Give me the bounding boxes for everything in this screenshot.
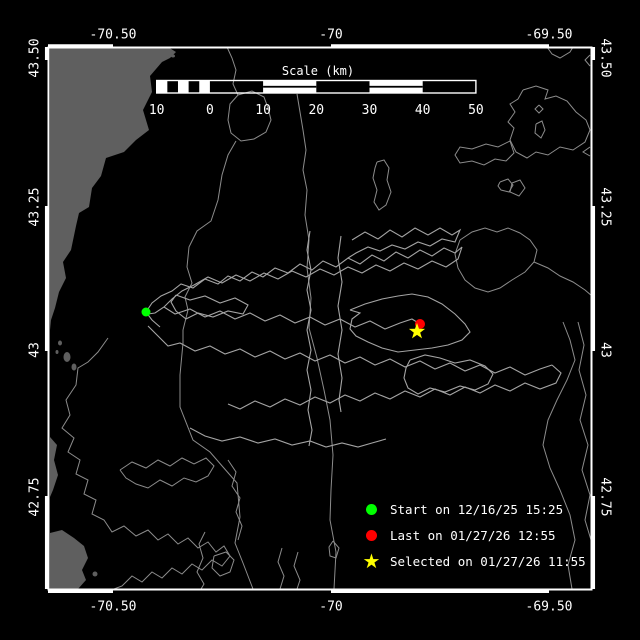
scale-tick-label: 20 xyxy=(308,103,325,118)
lat-label-right: 43.25 xyxy=(597,187,613,227)
legend-label-start: Start on 12/16/25 15:25 xyxy=(390,501,564,517)
scale-bar-stripe xyxy=(369,85,423,88)
scale-bar-title: Scale (km) xyxy=(281,64,355,78)
coastline-contour xyxy=(296,93,337,590)
lon-label-bottom: -69.50 xyxy=(525,599,573,615)
land-polygon xyxy=(50,437,58,497)
drifter-track[interactable] xyxy=(403,354,494,395)
scale-bar-segment xyxy=(177,80,189,93)
coastline-contour xyxy=(119,457,215,489)
lon-label-bottom: -70 xyxy=(319,599,343,615)
coastline-contour xyxy=(61,337,231,590)
drifter-track[interactable] xyxy=(347,227,462,259)
drifter-track-map-figure: Scale (km) -70.50 -70.50 -70 -70 -69.50 -69.5… xyxy=(0,0,640,640)
scale-bar-segment xyxy=(199,80,210,93)
lat-label-right: 42.75 xyxy=(597,477,613,517)
lat-label-right: 43 xyxy=(597,342,613,358)
drifter-track[interactable] xyxy=(163,306,421,330)
island xyxy=(92,571,98,577)
island xyxy=(71,363,77,371)
scale-tick-label: 50 xyxy=(468,103,484,118)
coastline-contour xyxy=(293,551,301,590)
drifter-track[interactable] xyxy=(147,246,463,315)
scale-tick-label: 10 xyxy=(255,103,271,118)
coastline-contour xyxy=(454,227,538,293)
coastline-contour xyxy=(507,85,591,159)
scale-tick-label: 0 xyxy=(205,103,214,118)
drifter-track[interactable] xyxy=(189,427,387,448)
lat-label-left: 43 xyxy=(27,342,43,358)
coastline-contour xyxy=(372,159,392,211)
scale-tick-label: 30 xyxy=(361,103,378,118)
legend-item-start: Start on 12/16/25 15:25 xyxy=(362,496,586,522)
legend-label-selected: Selected on 01/27/26 11:55 xyxy=(390,553,586,569)
lon-label-top: -70 xyxy=(319,27,343,43)
legend-label-last: Last on 01/27/26 12:55 xyxy=(390,527,556,543)
island xyxy=(171,54,175,58)
coastline-contour xyxy=(179,140,254,590)
coastline-contour xyxy=(226,46,239,96)
scale-bar-stripe xyxy=(263,85,317,88)
coastline-contour xyxy=(509,179,526,197)
lon-label-bottom: -70.50 xyxy=(89,599,137,615)
land-polygon xyxy=(50,530,88,589)
coastline-contour xyxy=(277,547,285,590)
drifter-track[interactable] xyxy=(145,246,463,313)
coastline-contour xyxy=(454,140,515,166)
last-marker-icon xyxy=(362,529,381,541)
island xyxy=(58,340,62,346)
coastline-contour xyxy=(546,46,574,59)
lon-label-top: -69.50 xyxy=(525,27,573,43)
coastline-contour xyxy=(534,120,546,139)
island xyxy=(55,350,59,354)
scale-tick-label: 40 xyxy=(414,103,431,118)
coastline-contour xyxy=(533,261,593,297)
drifter-track[interactable] xyxy=(349,293,471,353)
coastline-contour xyxy=(534,104,544,114)
scale-tick-label: 10 xyxy=(148,103,165,118)
lon-label-top: -70.50 xyxy=(89,27,137,43)
legend: Start on 12/16/25 15:25 Last on 01/27/26… xyxy=(362,496,586,574)
coastline-contour xyxy=(227,459,243,541)
lat-label-right: 43.50 xyxy=(597,38,613,78)
lat-label-left: 42.75 xyxy=(27,477,43,517)
coastline-contour xyxy=(582,146,591,157)
drifter-track[interactable] xyxy=(227,364,562,410)
coastline-contour xyxy=(584,54,591,67)
scale-bar-segment xyxy=(156,80,168,93)
legend-item-last: Last on 01/27/26 12:55 xyxy=(362,522,586,548)
start-point-marker[interactable] xyxy=(141,307,151,317)
island xyxy=(63,352,71,362)
legend-item-selected: ★ Selected on 01/27/26 11:55 xyxy=(362,548,586,574)
start-marker-icon xyxy=(362,503,381,515)
coastline-contour xyxy=(196,531,206,590)
lat-label-left: 43.25 xyxy=(27,187,43,227)
lat-label-left: 43.50 xyxy=(27,38,43,78)
drifter-track[interactable] xyxy=(147,325,553,376)
selected-star-icon: ★ xyxy=(362,549,381,573)
